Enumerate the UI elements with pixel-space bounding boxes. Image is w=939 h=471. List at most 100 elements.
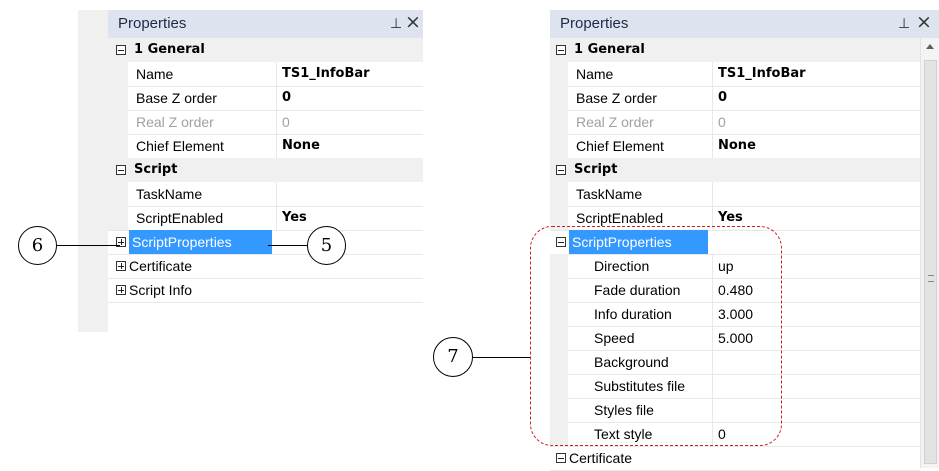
category-label: Script xyxy=(574,162,618,177)
row-gutter xyxy=(108,182,128,206)
property-row[interactable]: Name TS1_InfoBar xyxy=(550,62,920,87)
property-row[interactable]: Base Z order 0 xyxy=(550,86,920,111)
column-divider xyxy=(276,134,277,158)
property-row[interactable]: Chief Element None xyxy=(108,134,423,159)
property-row[interactable]: ScriptEnabled Yes xyxy=(108,206,423,231)
left-properties-panel: Properties ⊥ × 1 General Name TS1_InfoBar B… xyxy=(78,10,423,332)
category-row[interactable]: 1 General xyxy=(108,38,423,62)
collapse-icon[interactable] xyxy=(116,165,126,175)
property-row[interactable]: Chief Element None xyxy=(550,134,920,159)
column-divider xyxy=(276,86,277,110)
callout-5: 5 xyxy=(307,226,346,265)
scroll-up-arrow-icon[interactable] xyxy=(926,44,934,49)
property-name: Chief Element xyxy=(576,138,664,154)
left-panel-titlebar: Properties xyxy=(108,10,423,38)
property-row[interactable]: Base Z order 0 xyxy=(108,86,423,111)
callout-7: 7 xyxy=(433,337,473,377)
property-group-row[interactable]: ScriptProperties xyxy=(108,230,423,255)
column-divider xyxy=(712,182,713,206)
row-gutter xyxy=(550,86,568,110)
property-group-row[interactable]: Certificate xyxy=(108,254,423,279)
vertical-scrollbar[interactable] xyxy=(920,38,939,468)
column-divider xyxy=(712,62,713,86)
property-value[interactable]: Yes xyxy=(282,206,307,230)
category-label: Script xyxy=(134,162,178,177)
collapse-icon[interactable] xyxy=(116,45,126,55)
property-name: Name xyxy=(576,66,614,82)
property-group-label[interactable]: ScriptProperties xyxy=(129,230,272,254)
row-gutter xyxy=(550,110,568,134)
property-name: ScriptEnabled xyxy=(136,210,224,226)
property-value[interactable]: TS1_InfoBar xyxy=(718,62,806,86)
callout-7-number: 7 xyxy=(447,346,459,367)
property-group-row[interactable]: Script Info xyxy=(108,278,423,303)
property-row[interactable]: Name TS1_InfoBar xyxy=(108,62,423,87)
property-name: Base Z order xyxy=(136,90,217,106)
row-gutter xyxy=(108,134,128,158)
property-value[interactable]: 0 xyxy=(718,86,727,110)
pin-icon[interactable]: ⊥ xyxy=(898,16,910,32)
pin-icon[interactable]: ⊥ xyxy=(390,16,402,32)
property-group-row[interactable]: Certificate xyxy=(550,446,920,471)
property-value[interactable]: 0 xyxy=(718,110,726,134)
expand-icon[interactable] xyxy=(116,285,126,295)
collapse-icon[interactable] xyxy=(556,45,566,55)
property-row[interactable]: TaskName xyxy=(550,182,920,207)
row-gutter xyxy=(108,110,128,134)
property-name: Name xyxy=(136,66,174,82)
row-gutter xyxy=(550,62,568,86)
callout-6-leader xyxy=(56,245,120,246)
property-name: TaskName xyxy=(576,186,643,202)
left-property-grid: 1 General Name TS1_InfoBar Base Z order 0 Rea… xyxy=(108,38,423,332)
row-gutter xyxy=(108,62,128,86)
property-name: TaskName xyxy=(136,186,203,202)
column-divider xyxy=(276,182,277,206)
callout-7-leader xyxy=(473,357,530,358)
property-value[interactable]: 0 xyxy=(282,110,290,134)
property-group-label[interactable]: Script Info xyxy=(129,278,192,302)
category-label: 1 General xyxy=(574,42,645,57)
callout-6: 6 xyxy=(18,226,57,265)
property-name: Base Z order xyxy=(576,90,657,106)
close-icon[interactable]: × xyxy=(916,11,932,33)
column-divider xyxy=(712,86,713,110)
column-divider xyxy=(712,134,713,158)
category-row[interactable]: 1 General xyxy=(550,38,920,62)
category-row[interactable]: Script xyxy=(108,158,423,182)
property-value[interactable]: None xyxy=(718,134,756,158)
right-panel-title: Properties xyxy=(560,15,629,32)
scroll-thumb[interactable] xyxy=(924,60,937,464)
row-gutter xyxy=(108,86,128,110)
left-panel-title: Properties xyxy=(118,15,187,32)
property-group-label[interactable]: Certificate xyxy=(129,254,192,278)
property-group-label[interactable]: Certificate xyxy=(569,446,632,470)
expand-icon[interactable] xyxy=(116,261,126,271)
scriptproperties-highlight-frame xyxy=(530,226,782,446)
close-icon[interactable]: × xyxy=(405,11,421,33)
column-divider xyxy=(276,206,277,230)
property-value[interactable]: 0 xyxy=(282,86,291,110)
grip-icon xyxy=(928,275,934,282)
row-gutter xyxy=(550,182,568,206)
callout-5-number: 5 xyxy=(320,235,333,256)
property-name: Chief Element xyxy=(136,138,224,154)
callout-6-number: 6 xyxy=(31,235,44,256)
property-value[interactable]: None xyxy=(282,134,320,158)
property-row[interactable]: Real Z order 0 xyxy=(108,110,423,135)
column-divider xyxy=(712,110,713,134)
row-gutter xyxy=(550,134,568,158)
collapse-icon[interactable] xyxy=(556,165,566,175)
column-divider xyxy=(276,110,277,134)
property-value[interactable]: TS1_InfoBar xyxy=(282,62,370,86)
property-name: Real Z order xyxy=(136,114,214,130)
property-name: Real Z order xyxy=(576,114,654,130)
property-row[interactable]: Real Z order 0 xyxy=(550,110,920,135)
category-label: 1 General xyxy=(134,42,205,57)
collapse-icon[interactable] xyxy=(556,453,566,463)
property-row[interactable]: TaskName xyxy=(108,182,423,207)
right-panel-titlebar: Properties xyxy=(550,10,939,38)
category-row[interactable]: Script xyxy=(550,158,920,182)
column-divider xyxy=(276,62,277,86)
callout-5-leader xyxy=(268,245,308,246)
row-gutter xyxy=(108,206,128,230)
